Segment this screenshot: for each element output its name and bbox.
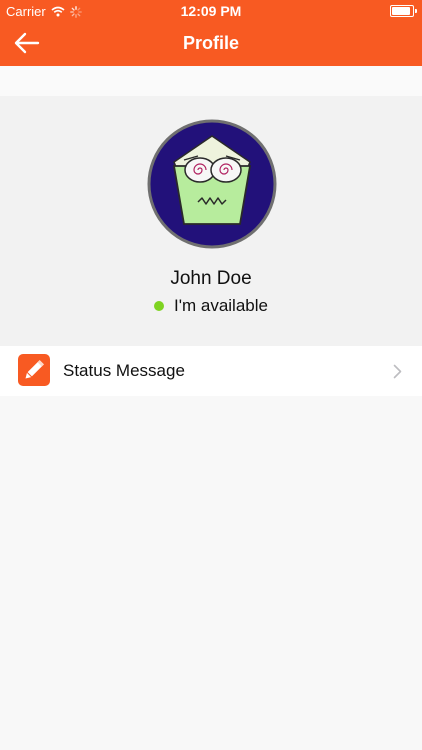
profile-name: John Doe [170,268,252,289]
header: Carrier 12:09 PM Profile [0,0,422,66]
avatar[interactable] [146,118,278,250]
arrow-left-icon [14,32,40,54]
back-button[interactable] [14,28,54,58]
nav-bar: Profile [0,22,422,66]
clock: 12:09 PM [180,3,242,19]
presence-label: I'm available [174,296,268,315]
chevron-right-icon [393,364,402,379]
battery-level [392,7,410,15]
presence-dot-icon [154,301,165,311]
profile-card: John Doe I'm available [0,96,422,346]
presence-status: I'm available [0,296,422,316]
header-spacer [0,66,422,96]
battery-icon [390,5,417,17]
status-message-label: Status Message [63,361,185,380]
status-bar: Carrier 12:09 PM [0,0,422,22]
cupcake-avatar-icon [147,119,277,249]
status-message-row[interactable]: Status Message [0,346,422,396]
page-title: Profile [182,33,239,53]
pencil-icon [18,354,50,386]
